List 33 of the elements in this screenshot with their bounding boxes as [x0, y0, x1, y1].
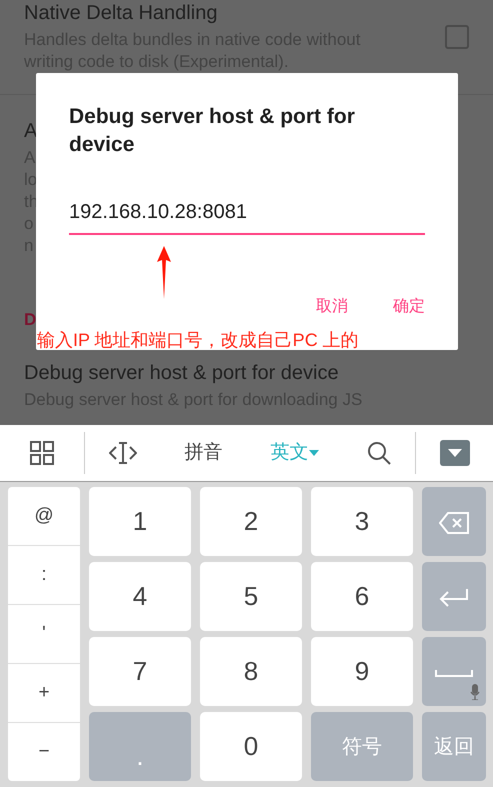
key[interactable]: 5: [200, 562, 302, 631]
key[interactable]: 9: [311, 637, 413, 706]
checkbox[interactable]: [445, 25, 469, 49]
symbol-key[interactable]: :: [8, 546, 80, 605]
enter-icon: [439, 587, 469, 610]
setting-title: A: [24, 119, 38, 143]
cursor-icon[interactable]: [108, 441, 137, 465]
dialog-title: Debug server host & port for device: [69, 104, 356, 158]
symbol-key[interactable]: ': [8, 605, 80, 664]
grid-icon[interactable]: [30, 441, 54, 465]
key[interactable]: 3: [311, 487, 413, 556]
setting-title: Debug server host & port for device: [24, 361, 339, 385]
key[interactable]: 2: [200, 487, 302, 556]
backspace-icon: [439, 512, 469, 534]
key[interactable]: 0: [200, 712, 302, 781]
key[interactable]: 6: [311, 562, 413, 631]
key[interactable]: 1: [89, 487, 191, 556]
annotation-text: 输入IP 地址和端口号，改成自己PC 上的: [37, 329, 359, 352]
symbol-key[interactable]: +: [8, 664, 80, 723]
space-icon: [435, 669, 473, 678]
search-icon[interactable]: [367, 441, 392, 465]
caret-icon: [309, 450, 320, 456]
hide-keyboard-icon[interactable]: [440, 440, 470, 466]
symbol-key[interactable]: @: [8, 487, 80, 546]
category-header: D: [24, 309, 36, 331]
setting-title: Native Delta Handling: [24, 1, 218, 25]
key[interactable]: 4: [89, 562, 191, 631]
key[interactable]: 7: [89, 637, 191, 706]
key[interactable]: 8: [200, 637, 302, 706]
input-mode-tab[interactable]: 拼音: [184, 438, 223, 468]
host-port-field[interactable]: 192.168.10.28:8081: [69, 197, 425, 235]
symbol-key[interactable]: −: [8, 723, 80, 781]
microphone-icon: [470, 684, 480, 700]
